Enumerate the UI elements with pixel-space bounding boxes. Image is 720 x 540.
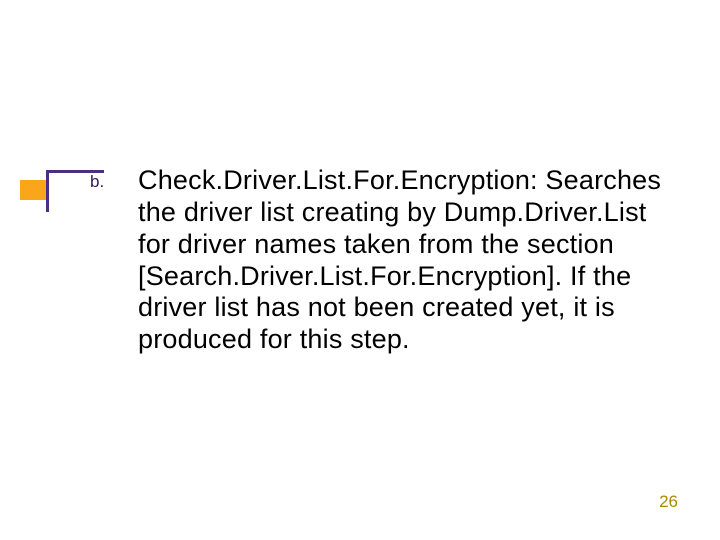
accent-purple-vertical <box>46 172 49 212</box>
list-marker: b. <box>90 172 104 192</box>
body-text: Check.Driver.List.For.Encryption: Search… <box>138 165 683 356</box>
corner-accent <box>20 170 100 198</box>
slide: b. Check.Driver.List.For.Encryption: Sea… <box>0 0 720 540</box>
accent-yellow-box <box>20 180 47 200</box>
page-number: 26 <box>659 492 678 512</box>
